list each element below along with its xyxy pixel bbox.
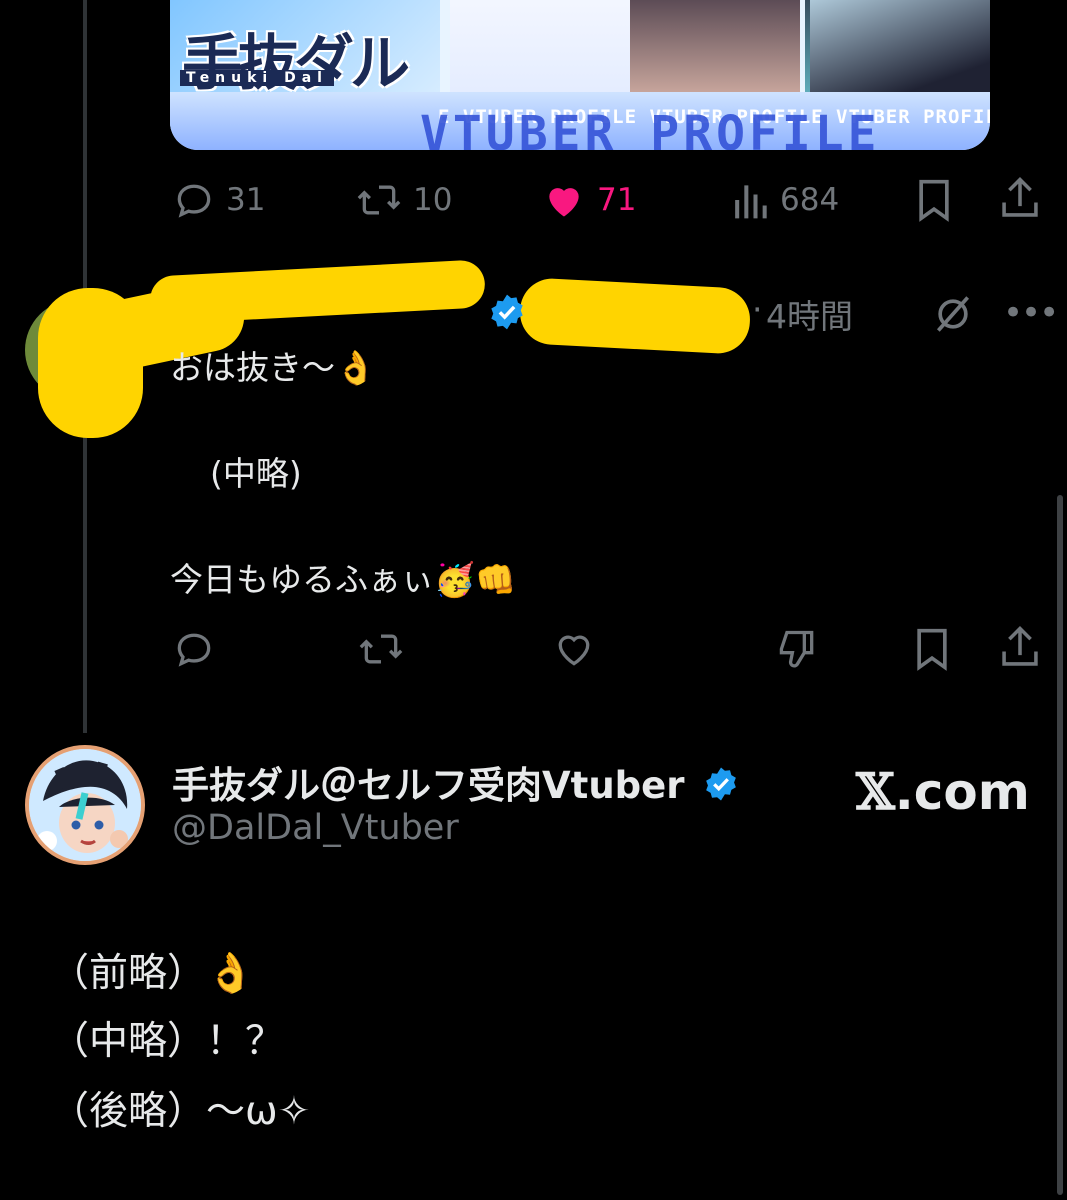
profile-avatar[interactable] <box>25 745 145 865</box>
analytics-icon <box>730 178 770 222</box>
verified-badge-icon <box>488 293 526 331</box>
thumbs-down-icon <box>775 627 819 671</box>
like-button[interactable]: 71 <box>541 178 636 222</box>
grok-icon[interactable] <box>930 292 976 336</box>
reply-timestamp[interactable]: 4時間 <box>766 290 853 338</box>
scrollbar[interactable] <box>1057 495 1063 1195</box>
heart-filled-icon <box>541 178 587 222</box>
share-icon <box>998 625 1042 671</box>
reply-text-line: 今日もゆるふぁぃ🥳👊 <box>170 560 517 599</box>
repost-icon <box>355 178 403 222</box>
views-count: 684 <box>780 182 840 218</box>
meta-separator: · <box>752 290 763 329</box>
banner-big-text: VTUBER PROFILE <box>420 106 881 150</box>
reply-button[interactable]: 31 <box>172 178 265 222</box>
share-icon <box>998 176 1042 222</box>
media-card[interactable]: E VTUBER PROFILE VTUBER PROFILE VTUBER P… <box>170 0 990 150</box>
profile-name-text: 手抜ダル＠セルフ受肉Vtuber <box>172 764 685 807</box>
redaction-scribble-stroke-2 <box>148 259 487 325</box>
quote-text-line: （前略）👌 <box>50 951 255 996</box>
verified-badge-icon <box>703 766 739 802</box>
quote-text-line: （後略）～ω✧ <box>50 1089 311 1134</box>
reply-icon <box>172 178 216 222</box>
profile-handle[interactable]: @DalDal_Vtuber <box>172 808 459 848</box>
repost-icon <box>357 627 405 671</box>
redaction-scribble-stroke-3 <box>518 277 752 355</box>
share-button[interactable] <box>998 625 1042 671</box>
reply-text-line: おは抜き～👌 <box>170 348 377 387</box>
site-logo: 𝕏.com <box>856 762 1030 821</box>
like-button[interactable] <box>551 627 597 671</box>
share-button[interactable] <box>998 176 1042 222</box>
logo-text: 手抜ダル <box>182 29 410 99</box>
bookmark-icon <box>914 178 954 222</box>
reply-count: 31 <box>226 182 266 218</box>
bookmark-icon <box>912 627 952 671</box>
repost-button[interactable]: 10 <box>355 178 452 222</box>
site-domain: .com <box>894 763 1030 821</box>
reply-text-line: (中略) <box>210 454 302 493</box>
downvote-button[interactable] <box>775 627 819 671</box>
logo-romaji: Tenuki Dal <box>180 70 334 86</box>
reply-button[interactable] <box>172 627 216 671</box>
heart-icon <box>551 627 597 671</box>
profile-display-name[interactable]: 手抜ダル＠セルフ受肉Vtuber <box>172 755 739 809</box>
repost-button[interactable] <box>357 627 405 671</box>
x-logo-icon: 𝕏 <box>856 762 895 821</box>
reply-icon <box>172 627 216 671</box>
quote-text-line: （中略）！？ <box>50 1019 285 1064</box>
bookmark-button[interactable] <box>912 627 952 671</box>
repost-count: 10 <box>413 182 453 218</box>
like-count: 71 <box>597 182 637 218</box>
bookmark-button[interactable] <box>914 178 954 222</box>
views-button[interactable]: 684 <box>730 178 839 222</box>
more-options-icon[interactable]: ••• <box>1003 293 1059 333</box>
